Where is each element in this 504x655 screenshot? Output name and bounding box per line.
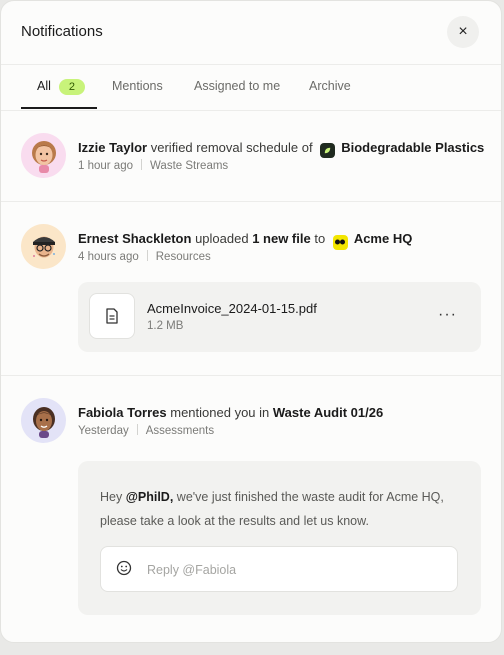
- file-name[interactable]: AcmeInvoice_2024-01-15.pdf: [147, 301, 317, 316]
- notification-item[interactable]: Ernest Shackleton uploaded 1 new file to…: [1, 202, 501, 376]
- notification-item[interactable]: Izzie Taylor verified removal schedule o…: [1, 111, 501, 202]
- reply-input[interactable]: [145, 559, 449, 581]
- category-label: Resources: [155, 251, 211, 263]
- target-link[interactable]: Acme HQ: [354, 231, 413, 246]
- timestamp: 4 hours ago: [78, 251, 139, 263]
- close-icon: ×: [458, 23, 468, 40]
- memoji-avatar-icon: [21, 398, 66, 443]
- notification-meta: 1 hour ago Waste Streams: [78, 159, 228, 172]
- tab-mentions[interactable]: Mentions: [112, 79, 163, 93]
- action-text: to: [314, 231, 326, 246]
- notification-item[interactable]: Fabiola Torres mentioned you in Waste Au…: [1, 376, 501, 642]
- actor-name[interactable]: Ernest Shackleton: [78, 231, 191, 246]
- file-size: 1.2 MB: [147, 320, 184, 332]
- emoji-icon[interactable]: [116, 560, 132, 581]
- notification-text: Ernest Shackleton uploaded 1 new file to…: [78, 231, 412, 250]
- tab-archive[interactable]: Archive: [309, 79, 351, 93]
- comment-text: Hey @PhilD, we've just finished the wast…: [100, 485, 470, 533]
- meta-divider: [136, 424, 138, 435]
- action-text: uploaded: [195, 231, 249, 246]
- tab-bar: All 2 Mentions Assigned to me Archive: [1, 64, 501, 111]
- notification-text: Fabiola Torres mentioned you in Waste Au…: [78, 405, 383, 420]
- memoji-avatar-icon: [21, 133, 66, 178]
- target-link[interactable]: Biodegradable Plastics: [341, 140, 484, 155]
- file-attachment[interactable]: AcmeInvoice_2024-01-15.pdf 1.2 MB ···: [78, 282, 481, 352]
- notifications-panel: Notifications × All 2 Mentions Assigned t…: [0, 0, 502, 643]
- tab-label: All: [37, 79, 51, 93]
- category-label: Waste Streams: [150, 160, 229, 172]
- memoji-avatar-icon: [21, 224, 66, 269]
- meta-divider: [141, 159, 142, 170]
- meta-divider: [146, 250, 148, 261]
- notification-text: Izzie Taylor verified removal schedule o…: [78, 140, 484, 158]
- page-title: Notifications: [21, 23, 103, 40]
- timestamp: 1 hour ago: [78, 160, 133, 172]
- panel-header: Notifications ×: [1, 1, 501, 65]
- notification-meta: 4 hours ago Resources: [78, 250, 211, 263]
- count-badge: 2: [58, 79, 85, 95]
- actor-name[interactable]: Izzie Taylor: [78, 140, 147, 155]
- action-text: verified removal schedule of: [150, 140, 313, 155]
- timestamp: Yesterday: [78, 425, 129, 437]
- notification-meta: Yesterday Assessments: [78, 424, 214, 437]
- comment-card: Hey @PhilD, we've just finished the wast…: [78, 461, 481, 615]
- more-options-button[interactable]: ···: [438, 306, 457, 324]
- target-link[interactable]: Waste Audit 01/26: [273, 405, 383, 420]
- action-text: mentioned you in: [170, 405, 270, 420]
- tab-all[interactable]: All 2: [37, 79, 85, 95]
- active-tab-indicator: [21, 107, 97, 109]
- document-icon: [89, 293, 135, 339]
- close-button[interactable]: ×: [447, 16, 479, 48]
- user-mention[interactable]: @PhilD,: [126, 490, 174, 504]
- tab-assigned-to-me[interactable]: Assigned to me: [194, 79, 280, 93]
- leaf-logo-icon: [320, 143, 336, 158]
- comment-prefix: Hey: [100, 490, 126, 504]
- category-label: Assessments: [145, 425, 215, 437]
- actor-name[interactable]: Fabiola Torres: [78, 405, 167, 420]
- file-count: 1 new file: [252, 231, 311, 246]
- reply-box[interactable]: [100, 546, 458, 592]
- acme-logo-icon: [332, 234, 348, 250]
